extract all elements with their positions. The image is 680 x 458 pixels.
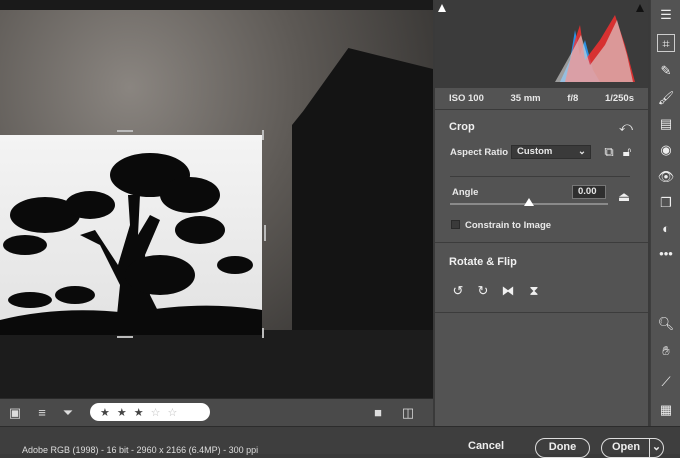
shutter-speed: 1/250s (604, 93, 634, 104)
star-2-icon[interactable]: ★ (117, 406, 127, 419)
unlock-icon[interactable]: 🔓︎ (619, 145, 635, 159)
swap-orientation-icon[interactable]: ⧉ (601, 145, 617, 159)
eyedropper-icon[interactable]: ⟋ (657, 373, 675, 391)
iso: ISO 100 (449, 93, 484, 104)
chevron-down-icon: ⌄ (578, 146, 586, 157)
star-3-icon[interactable]: ★ (134, 406, 144, 419)
filter-icon[interactable]: ⏷ (60, 405, 76, 421)
linear-gradient-icon[interactable]: ▤ (657, 115, 675, 133)
tree-silhouette (0, 153, 262, 335)
divider (435, 312, 648, 313)
crop-tool-icon[interactable]: ⌗ (657, 34, 675, 52)
crop-handle-bottom-right[interactable] (262, 328, 264, 338)
angle-input[interactable]: 0.00 (572, 185, 606, 199)
star-5-icon[interactable]: ☆ (168, 406, 178, 419)
hand-icon[interactable]: ✋︎ (657, 342, 675, 360)
divider (435, 242, 648, 243)
healing-brush-icon[interactable]: ✎ (657, 62, 675, 80)
focal-length: 35 mm (510, 93, 541, 104)
brush-icon[interactable]: 🖌︎ (657, 89, 675, 107)
open-button[interactable]: Open ⌄ (601, 438, 664, 458)
image-canvas[interactable] (0, 0, 433, 398)
open-label: Open (612, 441, 641, 453)
rotate-right-icon[interactable]: ↻ (475, 284, 491, 298)
exif-info: ISO 100 35 mm f/8 1/250s (435, 88, 648, 110)
edit-sliders-icon[interactable]: ☰ (657, 6, 675, 24)
more-icon[interactable]: ••• (657, 245, 675, 263)
red-eye-icon[interactable]: 👁︎ (657, 168, 675, 186)
star-1-icon[interactable]: ★ (100, 406, 110, 419)
highlight-clip-indicator (636, 4, 644, 12)
aspect-ratio-label: Aspect Ratio (450, 147, 509, 158)
photo-ground (0, 330, 433, 398)
shadow-clip-indicator (438, 4, 446, 12)
open-options-chevron-icon[interactable]: ⌄ (649, 439, 663, 457)
zoom-icon[interactable]: 🔍︎ (657, 315, 675, 333)
filmstrip-view-icon[interactable]: ▣ (7, 405, 23, 421)
filmstrip-toolbar: ▣ ≡ ⏷ ■ ◫ (0, 398, 433, 426)
angle-label: Angle (452, 187, 479, 198)
view-single-icon[interactable]: ■ (370, 405, 386, 421)
radial-filter-icon[interactable]: ◉ (657, 141, 675, 159)
crop-title: Crop (449, 121, 475, 133)
before-after-icon[interactable]: ◫ (400, 405, 416, 421)
aperture: f/8 (567, 93, 579, 104)
flip-horizontal-icon[interactable]: ⧓ (500, 284, 516, 298)
star-rating[interactable]: ★ ★ ★ ☆ ☆ (90, 403, 210, 421)
done-button[interactable]: Done (535, 438, 590, 458)
straighten-tool-icon[interactable]: ⏏ (616, 190, 632, 204)
crop-handle-top-right[interactable] (262, 130, 264, 140)
sort-icon[interactable]: ≡ (34, 405, 50, 421)
constrain-checkbox[interactable] (451, 220, 460, 229)
grid-icon[interactable]: ▦ (657, 401, 675, 419)
constrain-label: Constrain to Image (465, 220, 552, 231)
snapshots-icon[interactable]: ❐ (657, 194, 675, 212)
tool-sidebar: ☰ ⌗ ✎ 🖌︎ ▤ ◉ 👁︎ ❐ ◐ ••• 🔍︎ ✋︎ ⟋ ▦ (650, 0, 680, 426)
crop-handle-right[interactable] (264, 225, 266, 241)
rotate-left-icon[interactable]: ↺ (450, 284, 466, 298)
angle-slider-thumb[interactable] (524, 198, 534, 206)
flip-vertical-icon[interactable]: ⧗ (526, 284, 542, 298)
presets-icon[interactable]: ◐ (657, 220, 675, 238)
edit-panel: ISO 100 35 mm f/8 1/250s Crop ⤺ Aspect R… (435, 0, 648, 426)
aspect-ratio-select[interactable]: Custom ⌄ (511, 145, 591, 159)
crop-region[interactable] (0, 135, 262, 335)
crop-handle-top[interactable] (117, 130, 133, 132)
star-4-icon[interactable]: ☆ (151, 406, 161, 419)
rotate-flip-title: Rotate & Flip (449, 256, 517, 268)
histogram (435, 0, 648, 88)
cancel-button[interactable]: Cancel (468, 438, 504, 458)
divider (450, 176, 630, 177)
crop-handle-bottom[interactable] (117, 336, 133, 338)
aspect-ratio-value: Custom (517, 146, 553, 157)
reset-crop-icon[interactable]: ⤺ (618, 120, 634, 134)
